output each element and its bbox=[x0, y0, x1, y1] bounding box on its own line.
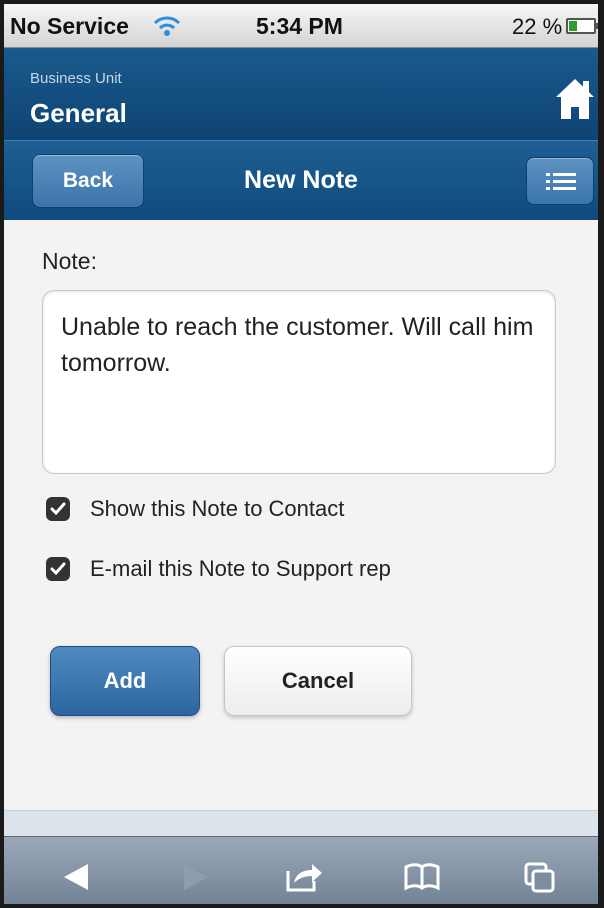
page-title: New Note bbox=[244, 166, 358, 194]
show-to-contact-label: Show this Note to Contact bbox=[90, 496, 345, 521]
browser-toolbar bbox=[4, 836, 598, 904]
phone-screen: No Service 5:34 PM 22 % Business Unit Ge… bbox=[0, 0, 604, 908]
status-bar: No Service 5:34 PM 22 % bbox=[4, 4, 598, 48]
note-label: Note: bbox=[42, 248, 97, 274]
wifi-icon bbox=[153, 16, 181, 36]
clock-text: 5:34 PM bbox=[256, 13, 343, 39]
add-button[interactable]: Add bbox=[50, 646, 200, 716]
email-support-label: E-mail this Note to Support rep bbox=[90, 556, 391, 581]
page-footer-strip bbox=[4, 810, 598, 836]
forward-arrow-icon[interactable] bbox=[174, 861, 214, 893]
show-to-contact-checkbox-row[interactable]: Show this Note to Contact bbox=[46, 494, 344, 524]
email-support-checkbox[interactable] bbox=[46, 557, 70, 581]
checkmark-icon bbox=[50, 562, 66, 576]
navigation-bar: Back New Note bbox=[4, 140, 598, 220]
note-textarea[interactable]: Unable to reach the customer. Will call … bbox=[42, 290, 556, 474]
email-support-checkbox-row[interactable]: E-mail this Note to Support rep bbox=[46, 554, 391, 584]
bookmarks-icon[interactable] bbox=[402, 861, 442, 893]
back-arrow-icon[interactable] bbox=[58, 861, 98, 893]
menu-button[interactable] bbox=[526, 157, 594, 205]
battery-percent-text: 22 % bbox=[512, 14, 563, 39]
battery-icon bbox=[566, 18, 598, 34]
business-unit-label: Business Unit bbox=[30, 70, 122, 87]
carrier-text: No Service bbox=[10, 13, 129, 39]
list-menu-icon bbox=[546, 173, 576, 190]
show-to-contact-checkbox[interactable] bbox=[46, 497, 70, 521]
business-unit-name: General bbox=[30, 98, 127, 128]
tabs-icon[interactable] bbox=[520, 861, 560, 893]
cancel-button[interactable]: Cancel bbox=[224, 646, 412, 716]
share-icon[interactable] bbox=[284, 861, 324, 893]
checkmark-icon bbox=[50, 502, 66, 516]
home-icon[interactable] bbox=[554, 75, 596, 123]
note-form: Note: Unable to reach the customer. Will… bbox=[4, 220, 598, 810]
business-unit-header: Business Unit General bbox=[4, 48, 598, 140]
